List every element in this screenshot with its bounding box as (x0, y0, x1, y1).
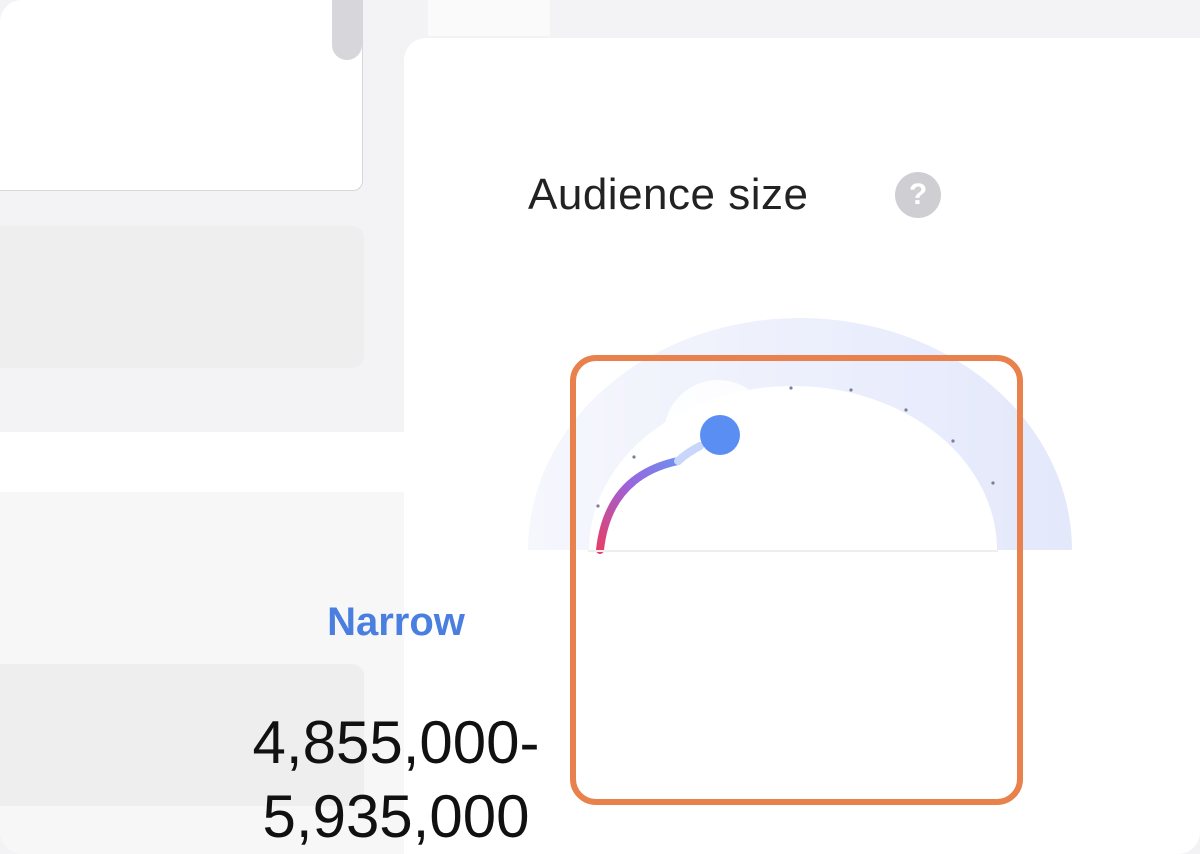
panel-title: Audience size (528, 170, 809, 219)
question-mark-icon[interactable]: ? (895, 172, 941, 218)
gauge-graphic (528, 318, 1072, 554)
audience-level-label: Narrow (327, 600, 465, 644)
audience-range-value: 4,855,000- 5,935,000 (252, 709, 540, 850)
audience-gauge (528, 306, 1088, 556)
previous-section-card (0, 0, 363, 191)
gauge-knob (700, 415, 740, 455)
app-window: Audience size ? Narrow 4,855,000- 5,935,… (0, 0, 1200, 854)
scrollbar-thumb[interactable] (332, 0, 362, 60)
section-divider (0, 432, 404, 492)
option-card-placeholder[interactable] (0, 226, 364, 368)
tab-strip (428, 0, 550, 36)
